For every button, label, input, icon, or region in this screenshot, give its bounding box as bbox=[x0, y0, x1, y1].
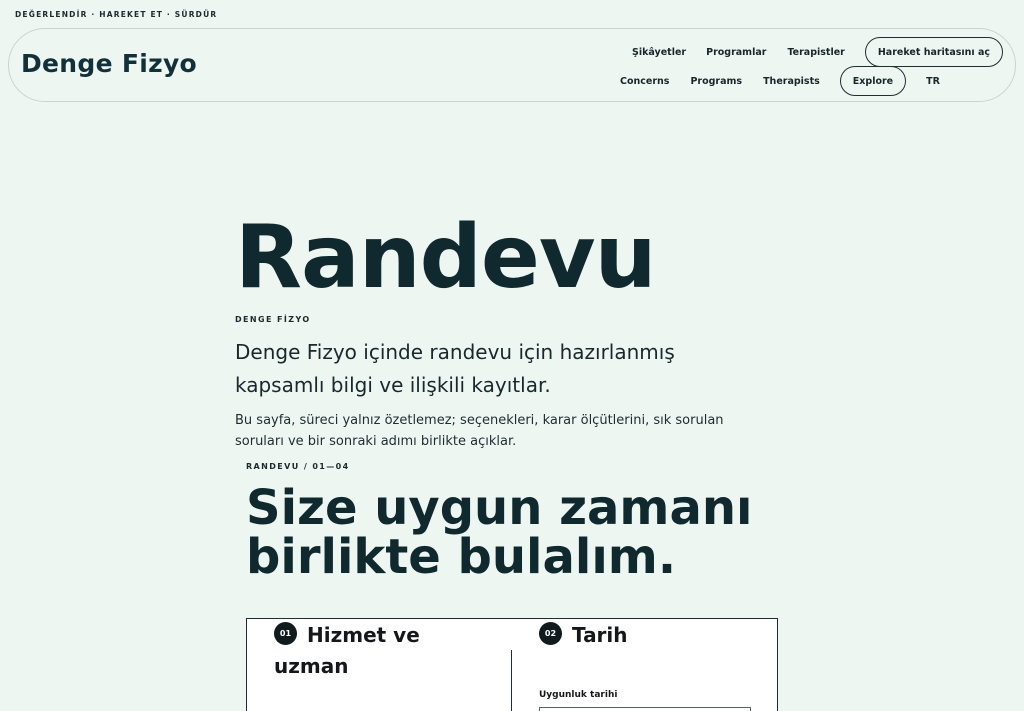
nav-link-terapistler[interactable]: Terapistler bbox=[787, 47, 844, 58]
movement-map-button[interactable]: Hareket haritasını aç bbox=[864, 37, 1004, 67]
language-switch-tr[interactable]: TR bbox=[926, 76, 940, 87]
brand-logo[interactable]: Denge Fizyo bbox=[21, 49, 197, 78]
nav-link-programlar[interactable]: Programlar bbox=[706, 47, 766, 58]
nav-link-sikayetler[interactable]: Şikâyetler bbox=[632, 47, 686, 58]
booking-form-card: 01 Hizmet ve uzman 02 Tarih Uygunluk tarih… bbox=[246, 618, 778, 711]
step-date-title: Tarih bbox=[572, 623, 628, 647]
intro-paragraph: Bu sayfa, süreci yalnız özetlemez; seçen… bbox=[235, 413, 724, 449]
nav-link-programs[interactable]: Programs bbox=[690, 76, 742, 87]
booking-step-label: RANDEVU / 01—04 bbox=[246, 462, 350, 471]
step-number-badge: 02 bbox=[539, 622, 562, 645]
lead-paragraph: Denge Fizyo içinde randevu için hazırlan… bbox=[235, 340, 675, 397]
page-eyebrow: DENGE FİZYO bbox=[235, 315, 311, 324]
step-number-badge: 01 bbox=[274, 622, 297, 645]
nav-link-therapists[interactable]: Therapists bbox=[763, 76, 820, 87]
nav-link-concerns[interactable]: Concerns bbox=[620, 76, 669, 87]
step-date-heading: 02 Tarih bbox=[539, 620, 739, 651]
nav-english: Concerns Programs Therapists Explore TR bbox=[606, 66, 940, 96]
availability-date-label: Uygunluk tarihi bbox=[539, 690, 618, 700]
step-service-heading: 01 Hizmet ve uzman bbox=[274, 620, 474, 682]
nav-turkish: Şikâyetler Programlar Terapistler Hareke… bbox=[606, 37, 1024, 67]
site-header: Denge Fizyo Şikâyetler Programlar Terapi… bbox=[8, 28, 1016, 102]
booking-title: Size uygun zamanı birlikte bulalım. bbox=[246, 480, 753, 585]
explore-button[interactable]: Explore bbox=[839, 66, 907, 96]
column-divider bbox=[511, 650, 512, 711]
tagline: DEĞERLENDİR · HAREKET ET · SÜRDÜR bbox=[15, 10, 218, 19]
page-title: Randevu bbox=[235, 206, 657, 308]
availability-date-input[interactable] bbox=[539, 707, 751, 711]
